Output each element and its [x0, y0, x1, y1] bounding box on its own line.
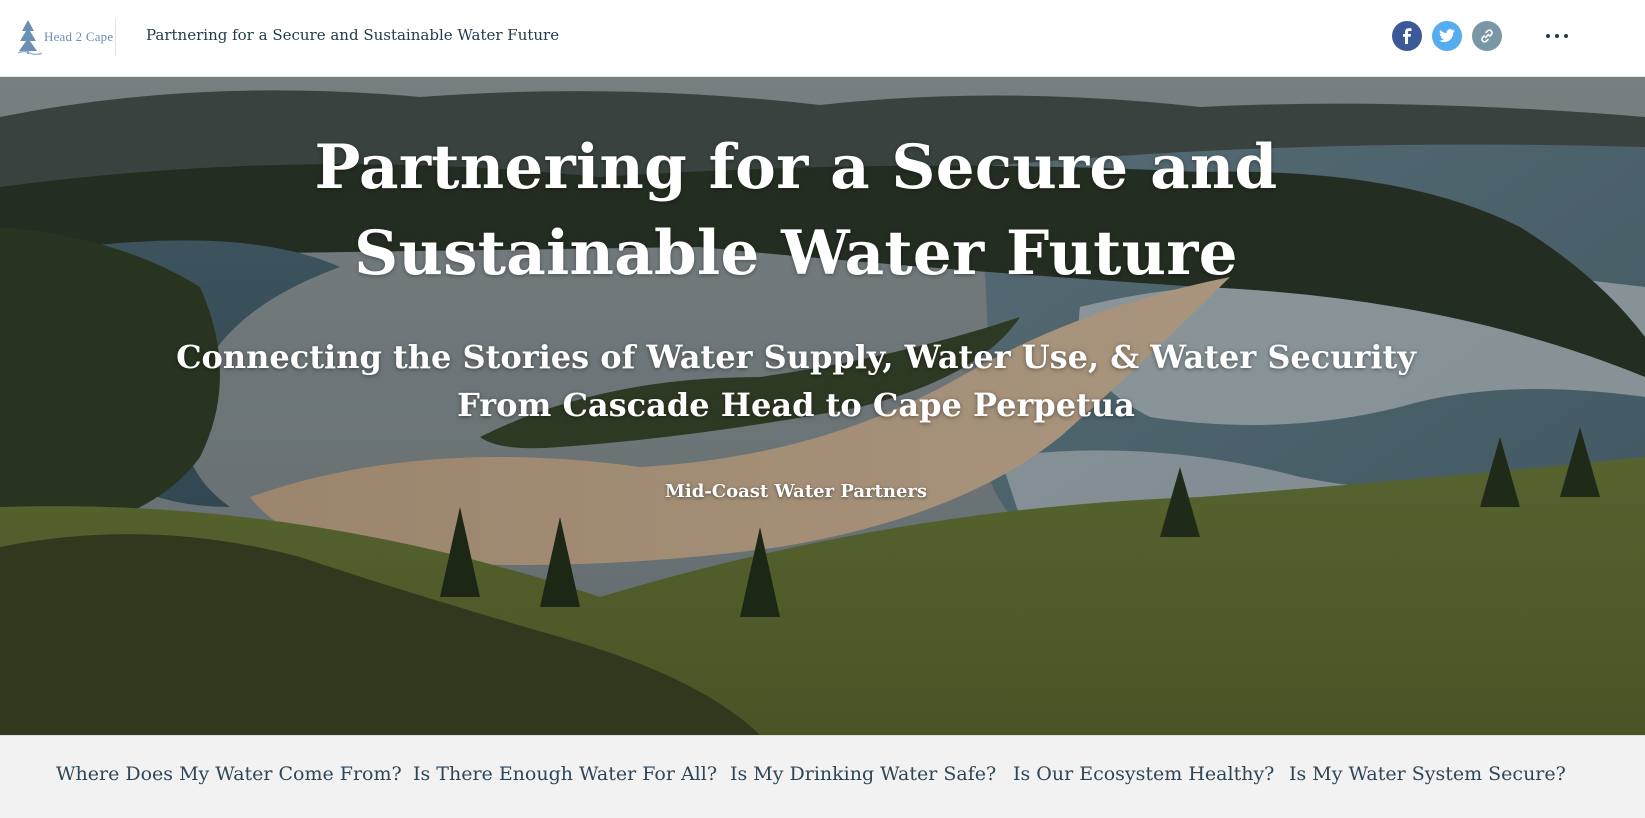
- tree-logo-icon: [18, 20, 42, 55]
- hero-title: Partnering for a Secure and Sustainable …: [314, 132, 1278, 289]
- nav-item-water-system-secure[interactable]: Is My Water System Secure?: [1289, 763, 1566, 785]
- twitter-icon: [1439, 29, 1455, 43]
- hero-banner: Partnering for a Secure and Sustainable …: [0, 77, 1645, 735]
- facebook-share-button[interactable]: [1392, 21, 1422, 51]
- twitter-share-button[interactable]: [1432, 21, 1462, 51]
- nav-item-drinking-water-safe[interactable]: Is My Drinking Water Safe?: [730, 763, 996, 785]
- nav-item-enough-water[interactable]: Is There Enough Water For All?: [413, 763, 717, 785]
- header-title[interactable]: Partnering for a Secure and Sustainable …: [146, 26, 559, 44]
- site-header: Head 2 Cape Partnering for a Secure and …: [0, 0, 1645, 77]
- facebook-icon: [1403, 28, 1412, 44]
- link-icon: [1481, 29, 1493, 43]
- more-options-button[interactable]: [1540, 22, 1574, 50]
- hero-byline: Mid-Coast Water Partners: [664, 481, 928, 502]
- head2cape-logo[interactable]: Head 2 Cape: [18, 18, 116, 56]
- hero-subtitle: Connecting the Stories of Water Supply, …: [176, 338, 1416, 424]
- more-horizontal-icon: [1546, 34, 1550, 38]
- logo-text: Head 2 Cape: [44, 29, 114, 44]
- copy-link-button[interactable]: [1472, 21, 1502, 51]
- nav-item-ecosystem-healthy[interactable]: Is Our Ecosystem Healthy?: [1013, 763, 1274, 785]
- nav-item-where-water-comes-from[interactable]: Where Does My Water Come From?: [56, 763, 402, 785]
- section-navigation: Where Does My Water Come From? Is There …: [0, 735, 1645, 818]
